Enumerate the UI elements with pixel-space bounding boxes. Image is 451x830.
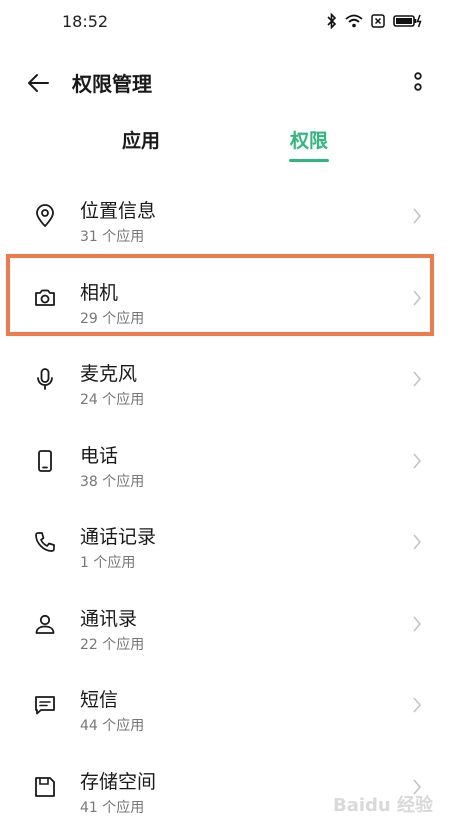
- permission-label: 短信: [80, 685, 118, 712]
- permission-app-count: 38 个应用: [80, 471, 144, 491]
- permission-item-microphone[interactable]: 麦克风 24 个应用: [0, 341, 451, 423]
- chevron-right-icon: [412, 533, 422, 551]
- app-header: 权限管理: [0, 56, 451, 108]
- permission-item-phone[interactable]: 电话 38 个应用: [0, 423, 451, 505]
- sms-icon: [33, 693, 57, 717]
- highlight-box: [6, 254, 434, 336]
- tab-permissions[interactable]: 权限: [290, 126, 328, 153]
- status-bar: 18:52: [0, 0, 451, 44]
- permission-label: 电话: [80, 441, 118, 468]
- chevron-right-icon: [412, 615, 422, 633]
- battery-charging-icon: [393, 14, 423, 28]
- bluetooth-icon: [327, 13, 337, 29]
- permission-app-count: 31 个应用: [80, 226, 144, 246]
- page-title: 权限管理: [72, 68, 152, 97]
- back-arrow-icon[interactable]: [26, 70, 52, 96]
- call-log-icon: [33, 530, 57, 554]
- permission-label: 麦克风: [80, 359, 137, 386]
- active-tab-indicator: [289, 159, 329, 162]
- storage-icon: [33, 775, 57, 799]
- status-time: 18:52: [62, 12, 108, 31]
- tab-bar: 应用 权限: [0, 118, 451, 168]
- tab-apps[interactable]: 应用: [122, 126, 160, 153]
- permission-app-count: 22 个应用: [80, 634, 144, 654]
- permission-label: 通话记录: [80, 522, 156, 549]
- permission-label: 通讯录: [80, 604, 137, 631]
- permission-label: 位置信息: [80, 196, 156, 223]
- location-pin-icon: [33, 204, 57, 228]
- chevron-right-icon: [412, 370, 422, 388]
- permission-item-location[interactable]: 位置信息 31 个应用: [0, 178, 451, 260]
- watermark: Baidu 经验: [333, 791, 433, 817]
- permission-app-count: 41 个应用: [80, 797, 144, 817]
- microphone-icon: [33, 367, 57, 391]
- status-icons: [327, 13, 423, 29]
- chevron-right-icon: [412, 207, 422, 225]
- permission-app-count: 1 个应用: [80, 552, 135, 572]
- phone-device-icon: [33, 449, 57, 473]
- permission-item-storage[interactable]: 存储空间 41 个应用: [0, 749, 451, 830]
- contacts-icon: [33, 612, 57, 636]
- permission-item-sms[interactable]: 短信 44 个应用: [0, 667, 451, 749]
- wifi-icon: [345, 14, 363, 28]
- permission-label: 存储空间: [80, 767, 156, 794]
- more-vertical-icon[interactable]: [411, 70, 425, 96]
- permission-app-count: 24 个应用: [80, 389, 144, 409]
- sim-x-icon: [371, 14, 385, 28]
- permission-item-contacts[interactable]: 通讯录 22 个应用: [0, 586, 451, 668]
- chevron-right-icon: [412, 696, 422, 714]
- permission-item-call-log[interactable]: 通话记录 1 个应用: [0, 504, 451, 586]
- chevron-right-icon: [412, 452, 422, 470]
- permission-app-count: 44 个应用: [80, 715, 144, 735]
